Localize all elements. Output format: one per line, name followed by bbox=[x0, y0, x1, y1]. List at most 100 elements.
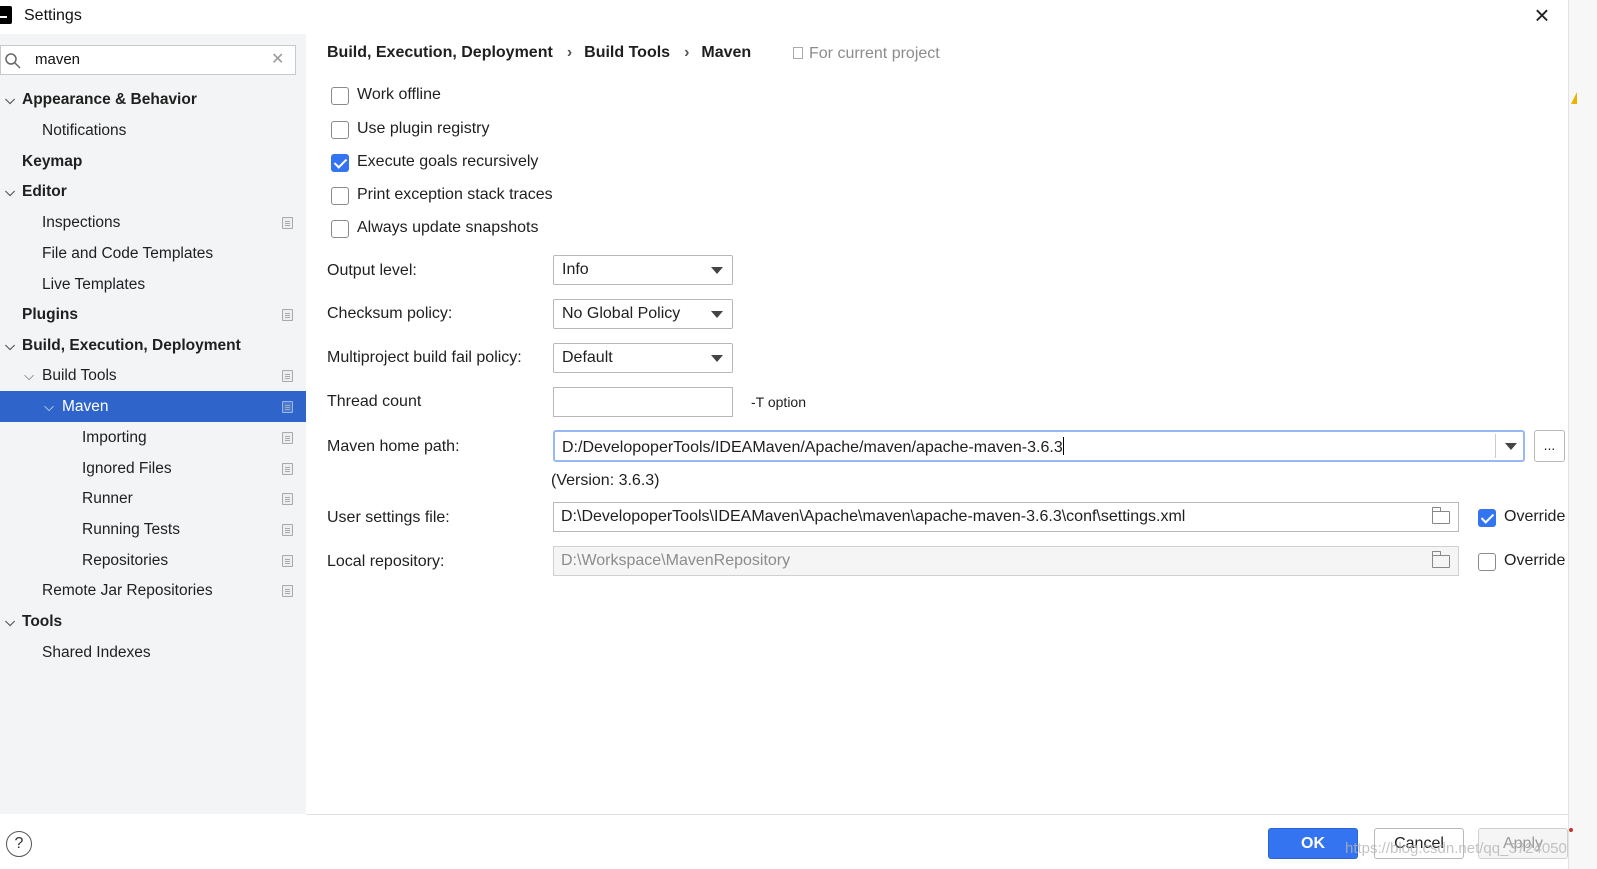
thread-count-input[interactable] bbox=[553, 387, 733, 417]
maven-home-combobox[interactable]: D:/DevelopoperTools/IDEAMaven/Apache/mav… bbox=[553, 430, 1525, 462]
tree-item-shared-indexes[interactable]: Shared Indexes bbox=[0, 637, 306, 668]
maven-home-value: D:/DevelopoperTools/IDEAMaven/Apache/mav… bbox=[562, 439, 1063, 456]
project-scope-icon bbox=[282, 432, 293, 444]
project-scope-icon bbox=[793, 47, 803, 59]
folder-icon[interactable] bbox=[1432, 507, 1450, 524]
project-scope-icon bbox=[282, 370, 293, 382]
execute-goals-recursively-checkbox[interactable] bbox=[331, 154, 349, 172]
tree-item-label: Notifications bbox=[42, 122, 127, 139]
chevron-down-icon[interactable]: ⌵ bbox=[23, 360, 35, 391]
tree-item-notifications[interactable]: Notifications bbox=[0, 115, 306, 146]
help-icon[interactable]: ? bbox=[6, 831, 32, 857]
tree-item-editor[interactable]: ⌵ Editor bbox=[0, 176, 306, 207]
execute-goals-recursively-label: Execute goals recursively bbox=[357, 153, 539, 170]
combo-divider bbox=[1495, 434, 1496, 458]
tree-item-label: Live Templates bbox=[42, 276, 146, 293]
breadcrumb-item[interactable]: Build, Execution, Deployment bbox=[327, 44, 553, 61]
local-repository-override-checkbox[interactable] bbox=[1478, 553, 1496, 571]
tree-item-build-execution-deployment[interactable]: ⌵ Build, Execution, Deployment bbox=[0, 330, 306, 361]
footer-divider bbox=[306, 814, 1568, 815]
tree-item-build-tools[interactable]: ⌵ Build Tools bbox=[0, 360, 306, 391]
chevron-down-icon[interactable]: ⌵ bbox=[4, 176, 16, 207]
tree-item-runner[interactable]: Runner bbox=[0, 483, 306, 514]
indicator-dot bbox=[1569, 828, 1573, 832]
text-caret bbox=[1062, 437, 1064, 455]
tree-item-label: Inspections bbox=[42, 214, 121, 231]
tree-item-label: Build Tools bbox=[42, 367, 117, 384]
print-stack-traces-checkbox[interactable] bbox=[331, 187, 349, 205]
tree-item-inspections[interactable]: Inspections bbox=[0, 207, 306, 238]
multiproject-fail-policy-label: Multiproject build fail policy: bbox=[327, 349, 522, 366]
dropdown-arrow-icon[interactable] bbox=[1505, 443, 1517, 450]
user-settings-value: D:\DevelopoperTools\IDEAMaven\Apache\mav… bbox=[561, 508, 1186, 525]
scope-hint-text: For current project bbox=[809, 45, 940, 62]
project-scope-icon bbox=[282, 401, 293, 413]
tree-item-label: Plugins bbox=[22, 306, 78, 323]
tree-item-live-templates[interactable]: Live Templates bbox=[0, 269, 306, 300]
tree-item-label: Editor bbox=[22, 183, 67, 200]
chevron-down-icon[interactable]: ⌵ bbox=[4, 330, 16, 361]
thread-count-label: Thread count bbox=[327, 393, 422, 410]
tree-item-repositories[interactable]: Repositories bbox=[0, 545, 306, 576]
project-scope-icon bbox=[282, 555, 293, 567]
multiproject-fail-policy-select[interactable]: Default bbox=[553, 343, 733, 373]
always-update-snapshots-checkbox[interactable] bbox=[331, 220, 349, 238]
work-offline-checkbox[interactable] bbox=[331, 87, 349, 105]
close-icon[interactable]: × bbox=[1530, 2, 1554, 28]
tree-item-appearance-behavior[interactable]: ⌵ Appearance & Behavior bbox=[0, 84, 306, 115]
override-label: Override bbox=[1504, 552, 1566, 569]
checksum-policy-select[interactable]: No Global Policy bbox=[553, 299, 733, 329]
local-repository-input[interactable]: D:\Workspace\MavenRepository bbox=[553, 546, 1459, 576]
search-input[interactable]: maven ✕ bbox=[0, 45, 296, 75]
checksum-policy-value: No Global Policy bbox=[562, 305, 681, 322]
output-level-label: Output level: bbox=[327, 262, 417, 279]
user-settings-override-checkbox[interactable] bbox=[1478, 509, 1496, 527]
local-repository-label: Local repository: bbox=[327, 553, 445, 570]
chevron-down-icon[interactable]: ⌵ bbox=[4, 84, 16, 115]
intellij-logo-icon bbox=[0, 6, 12, 24]
print-stack-traces-label: Print exception stack traces bbox=[357, 186, 553, 203]
tree-item-label: Keymap bbox=[22, 153, 83, 170]
chevron-down-icon[interactable]: ⌵ bbox=[4, 606, 16, 637]
local-repository-value: D:\Workspace\MavenRepository bbox=[561, 552, 791, 569]
tree-item-label: Remote Jar Repositories bbox=[42, 582, 213, 599]
clear-icon[interactable]: ✕ bbox=[271, 49, 284, 69]
use-plugin-registry-label: Use plugin registry bbox=[357, 120, 490, 137]
work-offline-label: Work offline bbox=[357, 86, 441, 103]
search-value: maven bbox=[35, 51, 81, 68]
thread-count-hint: -T option bbox=[751, 394, 806, 410]
tree-item-running-tests[interactable]: Running Tests bbox=[0, 514, 306, 545]
breadcrumb: Build, Execution, Deployment › Build Tools… bbox=[327, 44, 759, 62]
tree-item-ignored-files[interactable]: Ignored Files bbox=[0, 453, 306, 484]
tree-item-plugins[interactable]: Plugins bbox=[0, 299, 306, 330]
tree-item-maven[interactable]: ⌵ Maven bbox=[0, 391, 306, 422]
tree-item-label: Build, Execution, Deployment bbox=[22, 337, 241, 354]
maven-home-label: Maven home path: bbox=[327, 438, 460, 455]
output-level-select[interactable]: Info bbox=[553, 255, 733, 285]
tree-item-label: Repositories bbox=[82, 552, 169, 569]
maven-home-input[interactable]: D:/DevelopoperTools/IDEAMaven/Apache/mav… bbox=[562, 437, 1064, 457]
search-icon bbox=[5, 53, 21, 69]
folder-icon[interactable] bbox=[1432, 551, 1450, 568]
background-window-edge bbox=[1568, 0, 1597, 869]
maven-home-browse-button[interactable]: ... bbox=[1534, 430, 1565, 462]
tree-item-label: Appearance & Behavior bbox=[22, 91, 197, 108]
tree-item-importing[interactable]: Importing bbox=[0, 422, 306, 453]
tree-item-label: Ignored Files bbox=[82, 460, 172, 477]
dropdown-arrow-icon bbox=[711, 355, 723, 362]
user-settings-input[interactable]: D:\DevelopoperTools\IDEAMaven\Apache\mav… bbox=[553, 502, 1459, 532]
tree-item-tools[interactable]: ⌵ Tools bbox=[0, 606, 306, 637]
project-scope-icon bbox=[282, 217, 293, 229]
warning-icon bbox=[1571, 92, 1577, 104]
tree-item-file-code-templates[interactable]: File and Code Templates bbox=[0, 238, 306, 269]
tree-item-label: Shared Indexes bbox=[42, 644, 151, 661]
breadcrumb-item[interactable]: Build Tools bbox=[584, 44, 670, 61]
scope-hint: For current project bbox=[793, 45, 940, 63]
project-scope-icon bbox=[282, 585, 293, 597]
tree-item-remote-jar-repositories[interactable]: Remote Jar Repositories bbox=[0, 575, 306, 606]
tree-item-label: Runner bbox=[82, 490, 133, 507]
tree-item-keymap[interactable]: Keymap bbox=[0, 146, 306, 177]
breadcrumb-item: Maven bbox=[701, 44, 752, 61]
chevron-down-icon[interactable]: ⌵ bbox=[43, 391, 55, 422]
use-plugin-registry-checkbox[interactable] bbox=[331, 121, 349, 139]
